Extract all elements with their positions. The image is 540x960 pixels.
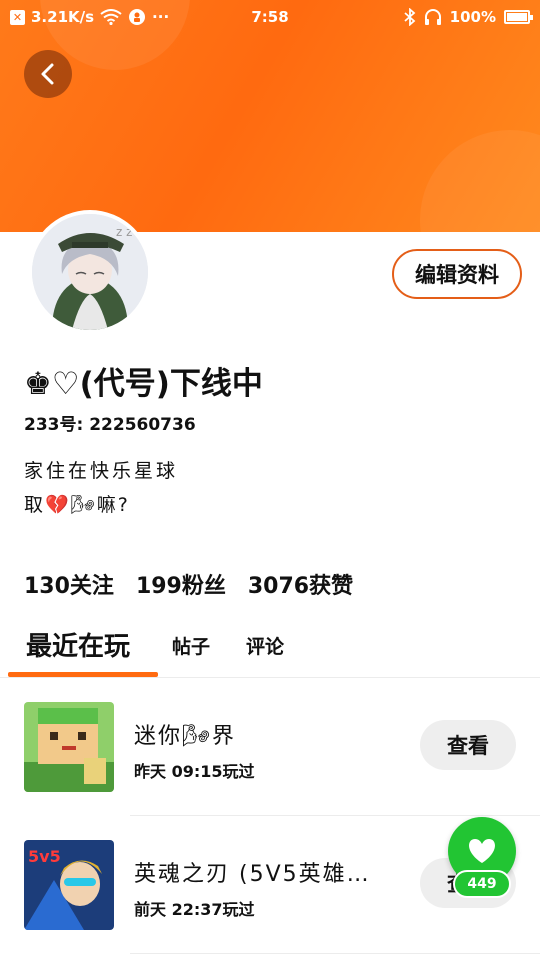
active-tab-indicator [8,672,158,677]
bluetooth-icon [404,8,416,26]
divider [130,953,540,954]
tab-comments[interactable]: 评论 [246,632,284,659]
edit-profile-button[interactable]: 编辑资料 [392,249,522,299]
last-played-time: 前天 22:37玩过 [134,900,255,919]
edit-profile-label: 编辑资料 [415,263,499,287]
profile-tabs: 最近在玩 帖子 评论 [0,620,540,678]
bio-line: 家住在快乐星球 [24,460,179,482]
battery-percent: 100% [449,8,496,26]
like-count-badge: 449 [453,870,511,898]
status-bar: ✕ 3.21K/s ··· 7:58 100% [0,0,540,36]
list-item[interactable]: 迷你🌬界 昨天 09:15玩过 查看 [0,678,540,816]
followers-count[interactable]: 199粉丝 [136,568,226,600]
banner-decoration [420,130,540,232]
view-game-label: 查看 [447,734,489,758]
bio-line: 取💔🌬嘛? [24,494,130,516]
game-icon: 5v5 [24,840,114,930]
game-name: 英魂之刃 (5V5英雄… [134,862,371,887]
heart-icon [469,839,495,863]
svg-text:5v5: 5v5 [28,847,61,866]
battery-level [507,13,527,21]
following-count[interactable]: 130关注 [24,568,114,600]
game-name: 迷你🌬界 [134,724,236,749]
svg-text:z z: z z [116,225,132,239]
avatar-image: z z [32,214,148,330]
view-game-button[interactable]: 查看 [420,720,516,770]
last-played-time: 昨天 09:15玩过 [134,762,255,781]
likes-count: 3076获赞 [247,574,354,599]
tab-recent-played[interactable]: 最近在玩 [26,626,130,663]
back-button[interactable] [24,50,72,98]
chevron-left-icon [41,63,54,85]
avatar[interactable]: z z [28,210,152,334]
game-icon [24,702,114,792]
user-id: 233号: 222560736 [24,415,196,435]
battery-icon [504,10,533,24]
nickname: ♚♡(代号)下线中 [24,366,263,402]
tab-posts[interactable]: 帖子 [172,632,210,659]
profile-stats: 130关注 199粉丝 3076获赞 [24,568,353,600]
headphones-icon [424,8,442,26]
